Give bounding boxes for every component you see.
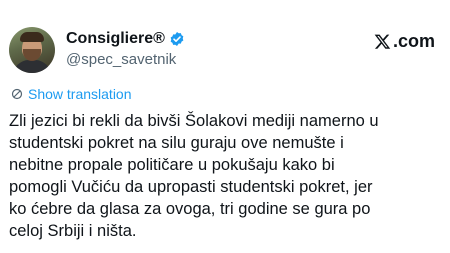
show-translation-label[interactable]: Show translation	[28, 86, 132, 102]
tweet-card: Consigliere® @spec_savetnik .com Show tr…	[0, 0, 450, 253]
author-name-row[interactable]: Consigliere®	[66, 30, 185, 48]
x-logo-icon	[374, 34, 391, 49]
globe-icon	[11, 88, 23, 100]
show-translation-link[interactable]: Show translation	[11, 86, 132, 102]
avatar[interactable]	[9, 27, 55, 73]
brand-label: .com	[392, 31, 435, 51]
avatar-hair	[20, 32, 44, 42]
brand-mark: .com	[374, 31, 435, 52]
author-display-name[interactable]: Consigliere®	[66, 30, 165, 48]
author-handle[interactable]: @spec_savetnik	[66, 51, 176, 69]
avatar-beard	[23, 49, 41, 61]
avatar-body	[13, 60, 51, 73]
verified-badge-icon	[170, 32, 184, 46]
tweet-text: Zli jezici bi rekli da bivši Šolakovi me…	[9, 112, 379, 240]
